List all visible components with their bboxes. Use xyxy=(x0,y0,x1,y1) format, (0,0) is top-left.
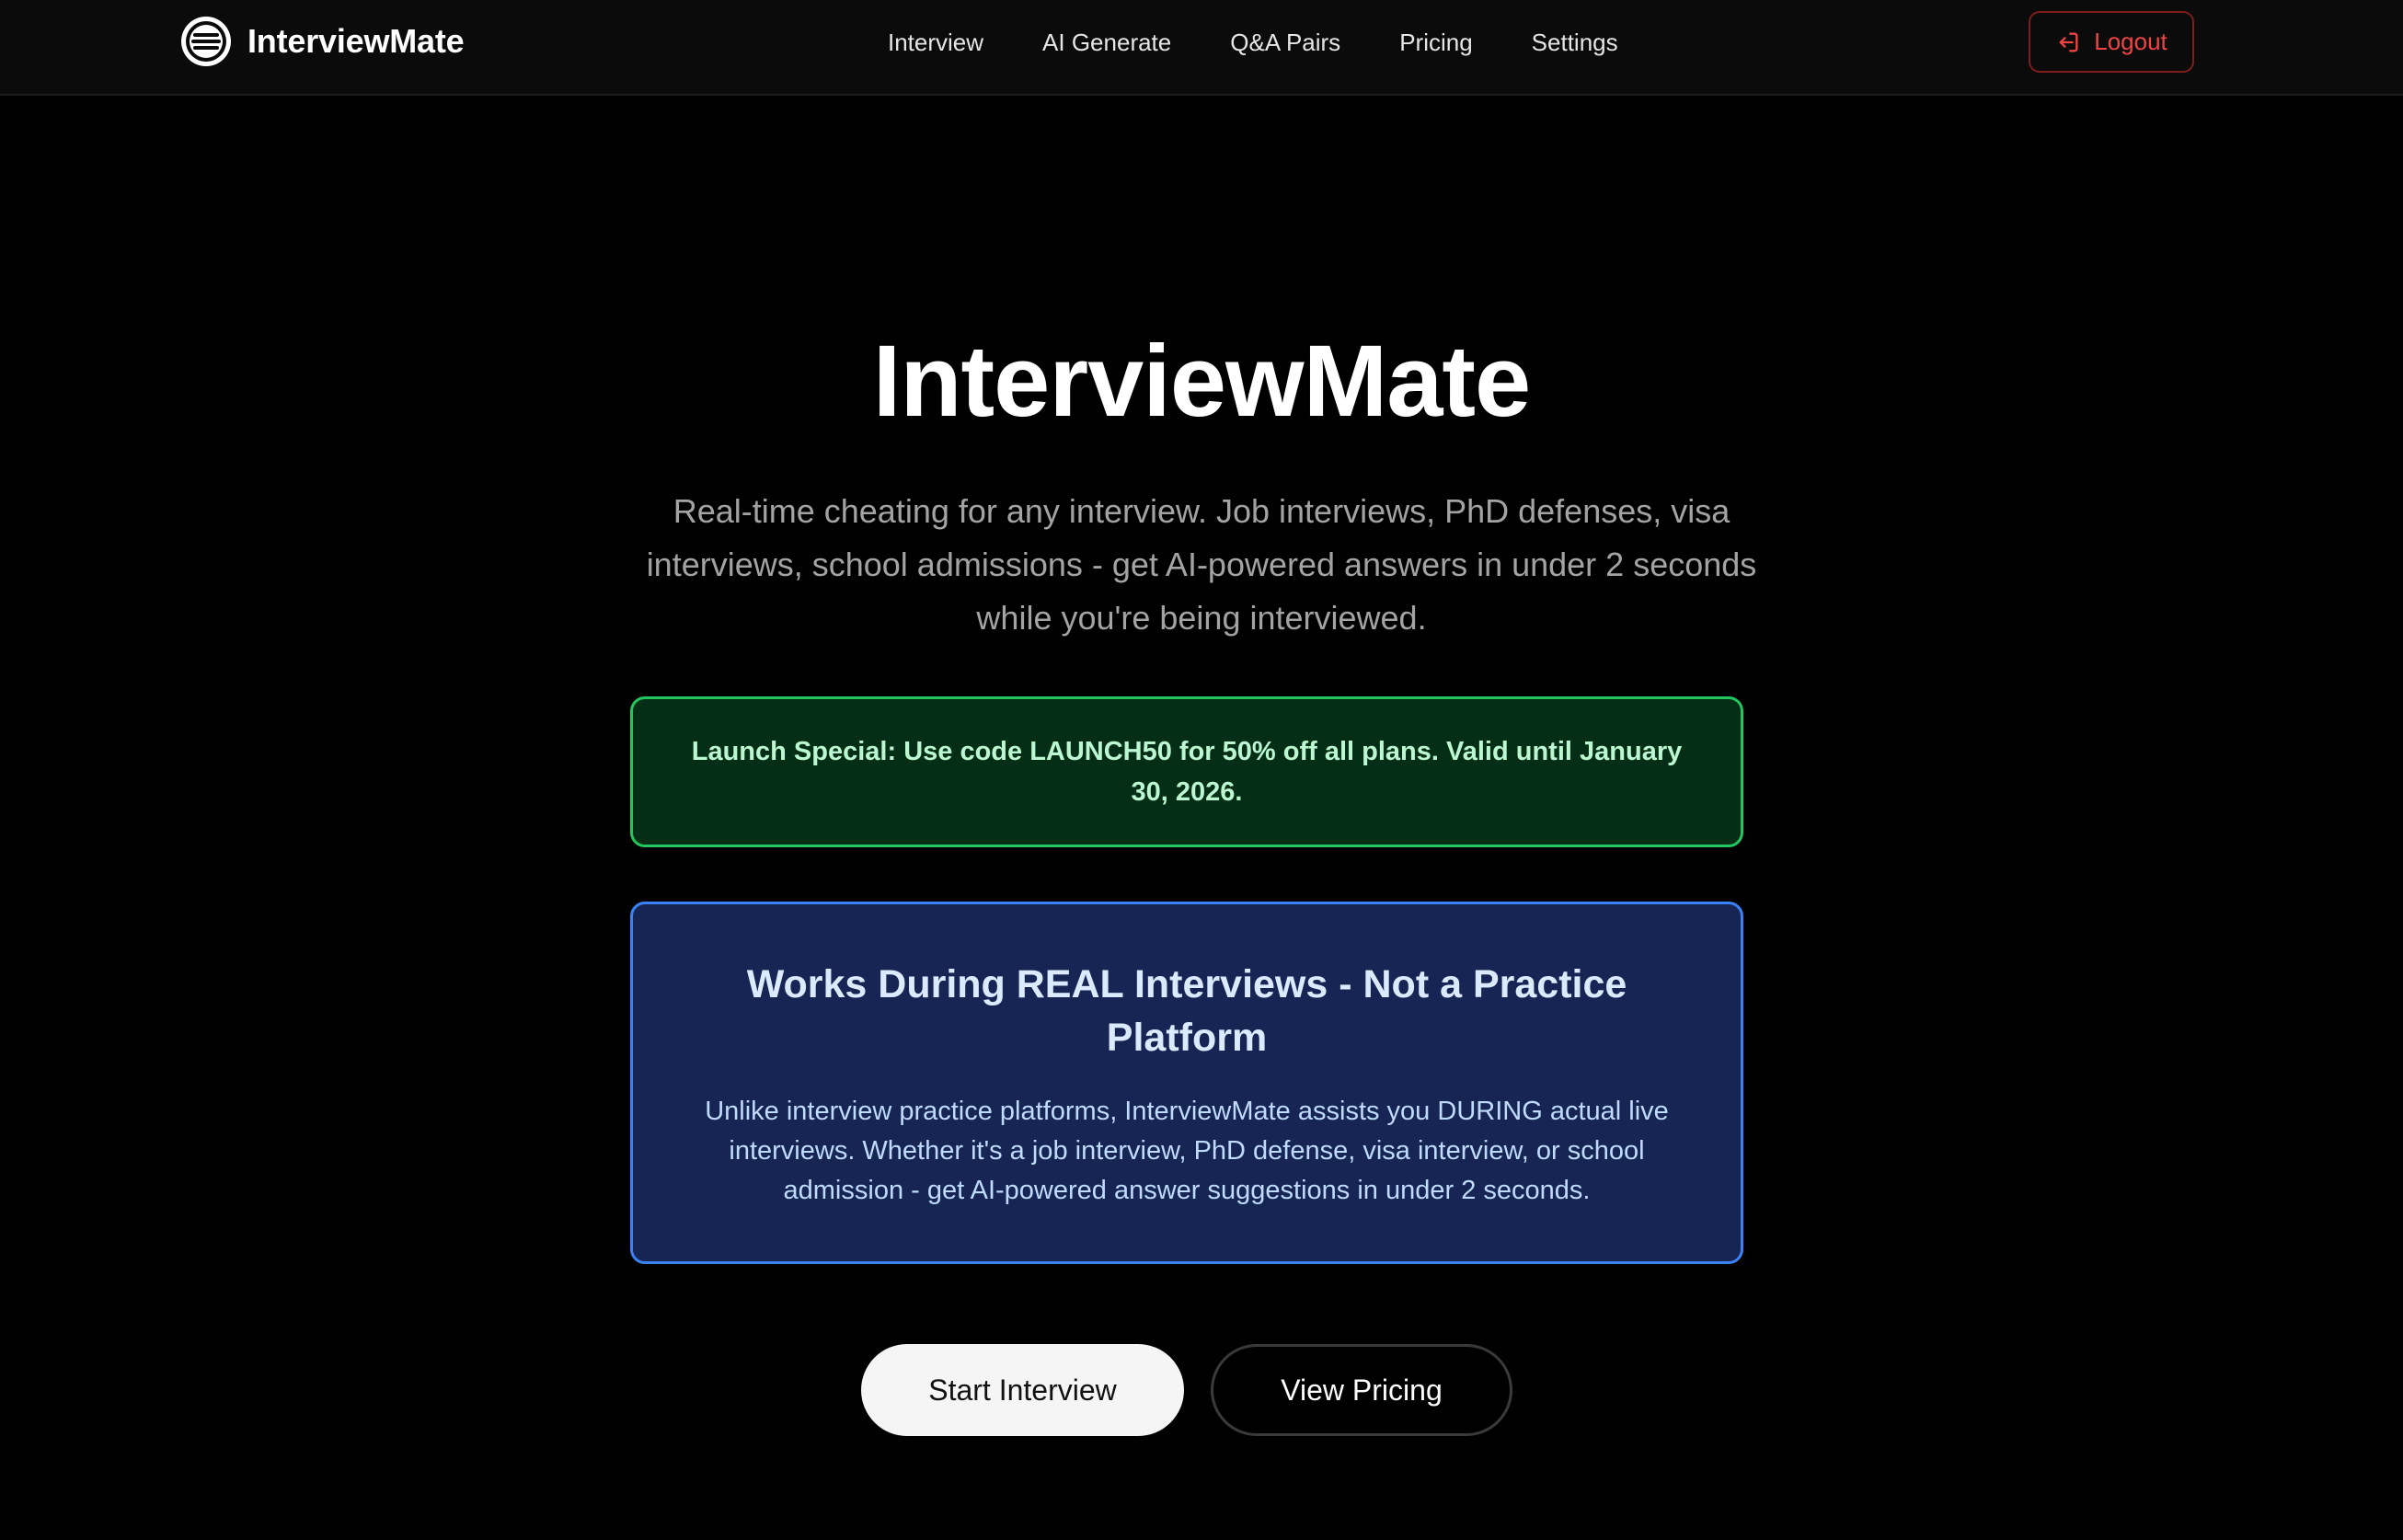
nav-link-settings[interactable]: Settings xyxy=(1532,29,1618,57)
nav-link-ai-generate[interactable]: AI Generate xyxy=(1042,29,1171,57)
logout-label: Logout xyxy=(2094,28,2167,55)
interviewmate-logo-icon xyxy=(181,17,231,66)
brand-link[interactable]: InterviewMate xyxy=(179,14,465,69)
nav-link-pricing[interactable]: Pricing xyxy=(1399,29,1472,57)
brand-name: InterviewMate xyxy=(247,22,465,60)
top-navbar: InterviewMate Interview AI Generate Q&A … xyxy=(0,0,2403,96)
hero-subtitle: Real-time cheating for any interview. Jo… xyxy=(646,492,1757,637)
promo-banner: Launch Special: Use code LAUNCH50 for 50… xyxy=(630,696,1743,847)
logout-icon xyxy=(2059,32,2078,52)
start-interview-button[interactable]: Start Interview xyxy=(861,1344,1184,1436)
hero-title: InterviewMate xyxy=(872,325,1531,438)
logout-button[interactable]: Logout xyxy=(2029,11,2194,73)
nav-link-interview[interactable]: Interview xyxy=(888,29,983,57)
info-card: Works During REAL Interviews - Not a Pra… xyxy=(630,902,1743,1264)
view-pricing-button[interactable]: View Pricing xyxy=(1211,1344,1512,1436)
nav-link-qa-pairs[interactable]: Q&A Pairs xyxy=(1230,29,1340,57)
main-nav: Interview AI Generate Q&A Pairs Pricing … xyxy=(888,24,1618,61)
cta-row: Start Interview View Pricing xyxy=(0,1344,2403,1436)
promo-text: Launch Special: Use code LAUNCH50 for 50… xyxy=(691,737,1683,807)
info-card-body: Unlike interview practice platforms, Int… xyxy=(705,1097,1669,1205)
info-card-title: Works During REAL Interviews - Not a Pra… xyxy=(746,962,1627,1060)
